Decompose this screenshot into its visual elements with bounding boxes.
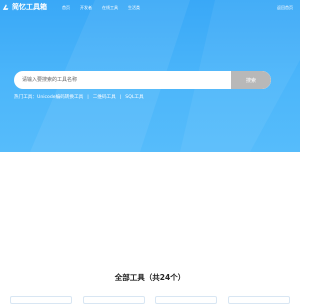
all-tools-title: 全部工具（共24个） [114, 273, 186, 282]
site-name: 简忆工具箱 [12, 3, 47, 11]
nav-item-life[interactable]: 生活类 [128, 5, 140, 11]
top-nav-bar: 简忆工具箱 首页 开发者 在线工具 生活类 返回首页 [0, 0, 300, 16]
separator: | [87, 94, 89, 100]
search-input[interactable] [14, 71, 230, 89]
nav-item-developer[interactable]: 开发者 [80, 5, 92, 11]
tool-card-grid [10, 296, 290, 304]
search-button[interactable]: 搜索 [231, 71, 271, 89]
main-nav: 首页 开发者 在线工具 生活类 [62, 5, 140, 11]
site-logo[interactable]: 简忆工具箱 [2, 2, 47, 12]
hot-tool-link-qrcode[interactable]: 二维码工具 [93, 94, 116, 100]
tool-card[interactable] [10, 296, 72, 304]
nav-item-online-tools[interactable]: 在线工具 [102, 5, 118, 11]
hot-tool-link-sql[interactable]: SQL工具 [125, 94, 143, 100]
tool-card[interactable] [155, 296, 218, 304]
search-bar: 搜索 [14, 71, 271, 89]
tool-card[interactable] [82, 296, 145, 304]
hot-tools-label: 热门工具： [14, 95, 37, 100]
hot-tools: 热门工具： Unicode编码转换工具 | 二维码工具 | SQL工具 [14, 94, 144, 101]
tool-card[interactable] [227, 296, 290, 304]
back-home-link[interactable]: 返回首页 [277, 5, 293, 11]
hot-tool-link-unicode[interactable]: Unicode编码转换工具 [37, 94, 83, 100]
nav-item-home[interactable]: 首页 [62, 5, 70, 11]
toolbox-icon [2, 3, 9, 10]
separator: | [119, 94, 122, 100]
hero-banner: 简忆工具箱 首页 开发者 在线工具 生活类 返回首页 搜索 热门工具： Unic… [0, 0, 300, 152]
